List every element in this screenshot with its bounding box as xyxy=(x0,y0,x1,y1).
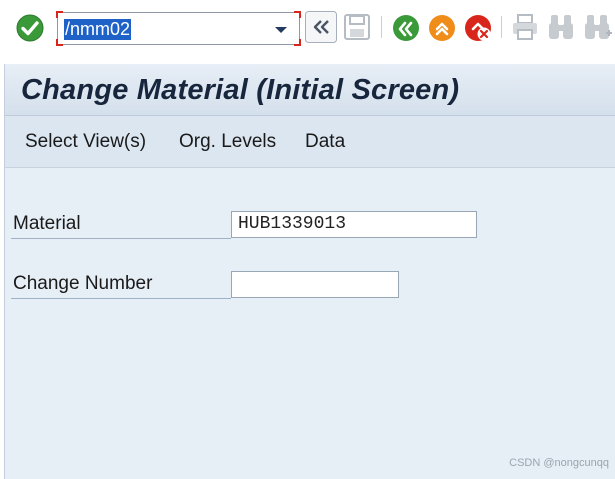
change-number-label: Change Number xyxy=(13,273,153,294)
command-field[interactable]: /nmm02 xyxy=(56,11,301,46)
watermark: CSDN @nongcunqq xyxy=(509,457,609,469)
chevron-down-icon[interactable] xyxy=(275,27,287,33)
binoculars-plus-icon[interactable] xyxy=(583,12,613,42)
printer-icon[interactable] xyxy=(510,13,540,41)
exit-up-icon[interactable] xyxy=(427,13,457,43)
page-title: Change Material (Initial Screen) xyxy=(21,74,460,106)
command-field-text[interactable]: /nmm02 xyxy=(64,19,132,40)
change-number-field[interactable] xyxy=(231,271,399,298)
label-underline xyxy=(11,238,231,239)
green-check-icon[interactable] xyxy=(15,13,45,43)
material-label: Material xyxy=(13,213,81,234)
material-field[interactable]: HUB1339013 xyxy=(231,211,477,238)
back-arrow-icon[interactable] xyxy=(391,13,421,43)
org-levels-button[interactable]: Org. Levels xyxy=(179,131,276,153)
focus-corner xyxy=(56,11,63,18)
toolbar-separator xyxy=(501,16,502,38)
sap-window: /nmm02 Change Material (Initial Screen) … xyxy=(0,0,615,479)
title-bar: Change Material (Initial Screen) xyxy=(5,64,615,116)
focus-corner xyxy=(56,39,63,46)
data-button[interactable]: Data xyxy=(305,131,345,153)
focus-corner xyxy=(294,39,301,46)
binoculars-icon[interactable] xyxy=(547,12,575,42)
toolbar-separator xyxy=(381,16,382,38)
application-toolbar: Select View(s) Org. Levels Data xyxy=(5,116,615,168)
system-toolbar: /nmm02 xyxy=(0,0,615,56)
main-content: Change Material (Initial Screen) Select … xyxy=(4,64,615,479)
command-input[interactable]: /nmm02 xyxy=(57,12,300,45)
cancel-x-icon[interactable] xyxy=(463,13,493,43)
label-underline xyxy=(11,298,231,299)
select-views-button[interactable]: Select View(s) xyxy=(25,131,146,153)
double-chevron-left-icon[interactable] xyxy=(305,11,337,43)
selection-form: Material HUB1339013 Change Number xyxy=(5,169,615,479)
focus-corner xyxy=(294,11,301,18)
save-icon[interactable] xyxy=(343,13,371,41)
